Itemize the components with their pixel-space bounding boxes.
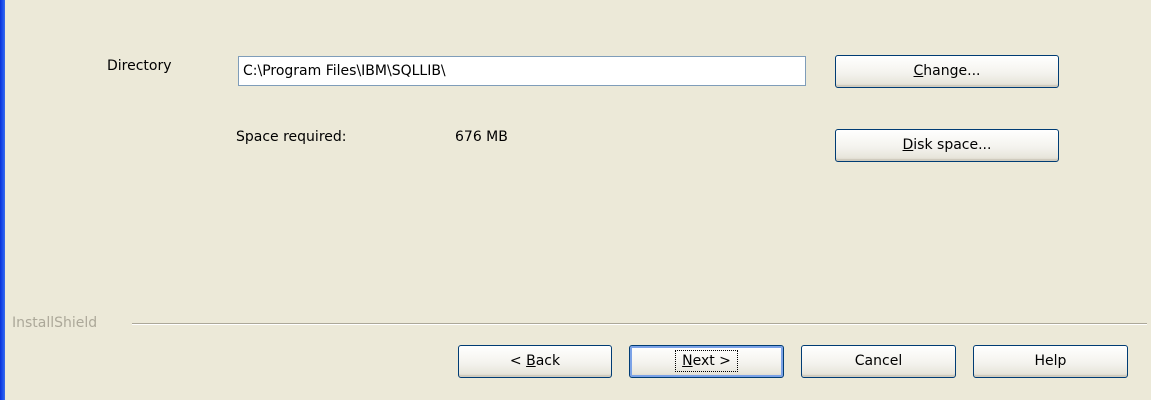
- back-button[interactable]: < Back: [458, 345, 612, 378]
- help-button[interactable]: Help: [973, 345, 1128, 378]
- installshield-brand: InstallShield: [12, 315, 98, 331]
- next-button-mnemonic: N: [682, 353, 693, 369]
- directory-input[interactable]: C:\Program Files\IBM\SQLLIB\: [238, 56, 806, 86]
- directory-label: Directory: [107, 58, 172, 74]
- space-required-value: 676 MB: [455, 129, 508, 145]
- next-button-focus-area: Next >: [675, 350, 738, 372]
- footer-divider: [132, 323, 1147, 325]
- change-button[interactable]: Change...: [835, 55, 1059, 88]
- back-button-prefix: <: [509, 353, 527, 369]
- cancel-button[interactable]: Cancel: [801, 345, 956, 378]
- change-button-label: hange...: [923, 63, 981, 79]
- window-frame-left: [0, 0, 5, 400]
- back-button-mnemonic: B: [526, 353, 536, 369]
- space-required-label: Space required:: [236, 129, 347, 145]
- change-button-mnemonic: C: [913, 63, 924, 79]
- back-button-label: ack: [535, 353, 561, 369]
- directory-input-value: C:\Program Files\IBM\SQLLIB\: [243, 63, 446, 79]
- next-button-label: ext >: [692, 353, 731, 369]
- disk-space-button[interactable]: Disk space...: [835, 129, 1059, 162]
- disk-space-button-label: isk space...: [913, 137, 992, 153]
- disk-space-button-mnemonic: D: [902, 137, 914, 153]
- next-button[interactable]: Next >: [629, 345, 784, 378]
- installer-dialog: Directory C:\Program Files\IBM\SQLLIB\ C…: [0, 0, 1151, 400]
